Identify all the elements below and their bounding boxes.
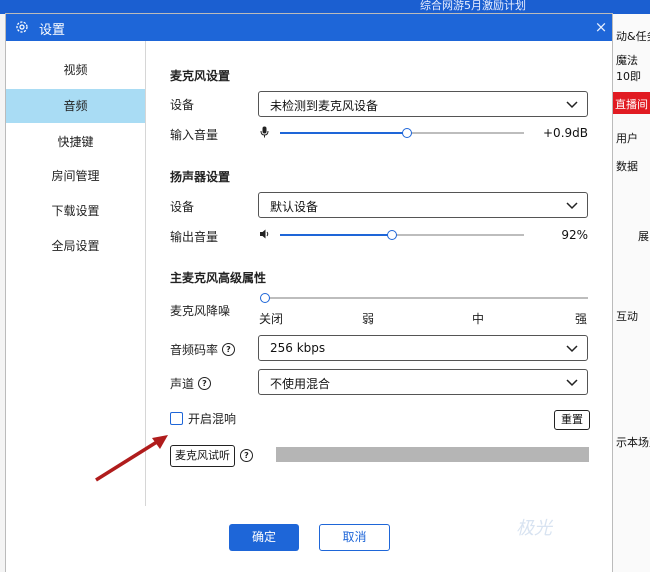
sidebar-item-label: 全局设置: [51, 239, 100, 253]
bg-text: 展: [638, 230, 649, 243]
speaker-icon: [259, 228, 271, 243]
bg-text: 动&任务: [616, 30, 650, 43]
gear-icon: [15, 20, 29, 37]
speaker-volume-slider-track[interactable]: [280, 234, 524, 236]
section-title-speaker: 扬声器设置: [170, 170, 231, 184]
mic-device-select[interactable]: 未检测到麦克风设备: [258, 91, 588, 117]
sidebar-item-audio[interactable]: 音频: [6, 89, 145, 123]
bitrate-value: 256 kbps: [270, 341, 326, 355]
noise-reduction-label: 麦克风降噪: [170, 304, 231, 318]
chevron-down-icon: [566, 99, 578, 113]
sidebar-item-video[interactable]: 视频: [6, 53, 145, 87]
mic-level-meter: [276, 447, 589, 462]
speaker-volume-label: 输出音量: [170, 230, 219, 244]
ok-button[interactable]: 确定: [229, 524, 299, 551]
background-live-badge: 直播间: [612, 92, 650, 114]
noise-reduction-slider-track[interactable]: [265, 297, 588, 299]
bg-text: 数据: [616, 160, 638, 173]
channel-select[interactable]: 不使用混合: [258, 369, 588, 395]
sidebar-item-label: 音频: [63, 99, 88, 113]
noise-tick-weak: 弱: [362, 312, 375, 326]
bitrate-label: 音频码率: [170, 343, 219, 357]
sidebar-item-label: 快捷键: [57, 135, 94, 149]
noise-tick-strong: 强: [575, 312, 588, 326]
dialog-title: 设置: [39, 23, 66, 38]
dialog-titlebar: 设置 ×: [6, 14, 612, 41]
bg-text: 互动: [616, 310, 638, 323]
noise-tick-off: 关闭: [259, 312, 284, 326]
watermark-logo: 极光: [516, 518, 552, 539]
reverb-checkbox[interactable]: [170, 412, 183, 425]
reverb-label: 开启混响: [188, 412, 237, 426]
section-title-advanced: 主麦克风高级属性: [170, 271, 267, 285]
channel-value: 不使用混合: [270, 377, 331, 391]
chevron-down-icon: [566, 343, 578, 357]
mic-volume-slider-thumb[interactable]: [401, 128, 412, 138]
sidebar-item-download-settings[interactable]: 下载设置: [6, 194, 145, 228]
section-title-mic: 麦克风设置: [170, 69, 231, 83]
bg-text: 魔法: [616, 54, 638, 67]
channel-label: 声道: [170, 377, 195, 391]
annotation-arrow: [95, 435, 168, 482]
speaker-device-label: 设备: [170, 200, 195, 214]
mic-device-label: 设备: [170, 98, 195, 112]
bitrate-help-icon[interactable]: ?: [222, 343, 235, 356]
noise-reduction-slider-thumb[interactable]: [260, 293, 270, 303]
reset-button[interactable]: 重置: [554, 410, 590, 430]
speaker-volume-value: 92%: [561, 228, 588, 242]
chevron-down-icon: [566, 377, 578, 391]
microphone-icon: [260, 126, 269, 141]
sidebar-item-global-settings[interactable]: 全局设置: [6, 229, 145, 263]
bg-text: 示本场直: [616, 436, 650, 449]
chevron-down-icon: [566, 200, 578, 214]
sidebar-item-room-management[interactable]: 房间管理: [6, 159, 145, 193]
sidebar-item-label: 下载设置: [51, 204, 100, 218]
close-button[interactable]: ×: [592, 18, 610, 36]
cancel-button[interactable]: 取消: [319, 524, 390, 551]
noise-tick-medium: 中: [472, 312, 485, 326]
close-icon: ×: [594, 18, 608, 36]
bg-text: 直播间: [615, 98, 648, 111]
mic-test-button[interactable]: 麦克风试听: [170, 445, 235, 467]
bitrate-select[interactable]: 256 kbps: [258, 335, 588, 361]
speaker-device-value: 默认设备: [270, 200, 319, 214]
mic-volume-label: 输入音量: [170, 128, 219, 142]
sidebar-item-label: 房间管理: [51, 169, 100, 183]
settings-dialog: 设置 × 视频 音频 快捷键 房间管理 下载设置 全局设置 麦克风设置 设备 未…: [6, 14, 612, 572]
background-banner: 综合网游5月激励计划: [420, 0, 610, 14]
speaker-device-select[interactable]: 默认设备: [258, 192, 588, 218]
speaker-volume-slider-thumb[interactable]: [387, 230, 398, 240]
sidebar-item-label: 视频: [63, 63, 88, 77]
channel-help-icon[interactable]: ?: [198, 377, 211, 390]
mic-volume-value: +0.9dB: [543, 126, 588, 140]
bg-text: 用户: [616, 132, 638, 145]
mic-test-help-icon[interactable]: ?: [240, 449, 253, 462]
sidebar-item-shortcuts[interactable]: 快捷键: [6, 125, 145, 159]
mic-device-value: 未检测到麦克风设备: [270, 99, 379, 113]
banner-text: 综合网游5月激励计划: [420, 0, 526, 12]
bg-text: 10即: [616, 70, 641, 83]
